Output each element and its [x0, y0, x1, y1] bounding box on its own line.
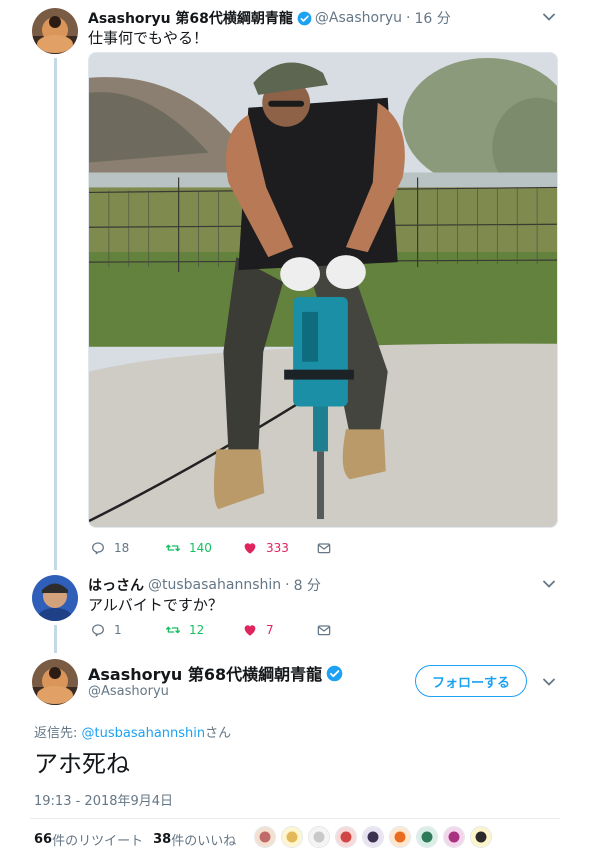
tweet-time[interactable]: 8 分 [294, 575, 321, 595]
tweet-text: 仕事何でもやる！ [88, 29, 209, 47]
liker-avatar[interactable] [416, 826, 438, 848]
retweets-number[interactable]: 66 [34, 832, 52, 847]
retweet-button[interactable]: 140 [165, 540, 242, 556]
dm-button[interactable] [316, 540, 340, 556]
tweet1-header: Asashoryu 第68代横綱朝青龍 @Asashoryu · 16 分 [88, 8, 451, 28]
avatar-asashoryu-image [32, 8, 78, 54]
tweet-photo[interactable] [88, 52, 558, 528]
divider [30, 818, 560, 819]
avatar[interactable] [32, 575, 78, 621]
reply-icon [92, 624, 104, 637]
liker-avatar[interactable] [389, 826, 411, 848]
dm-button[interactable] [316, 622, 340, 638]
likes-number[interactable]: 38 [153, 832, 171, 847]
like-count: 7 [266, 623, 274, 637]
liker-avatar[interactable] [362, 826, 384, 848]
tweet3-name: Asashoryu 第68代横綱朝青龍 [88, 661, 346, 685]
display-name[interactable]: はっさん [88, 575, 144, 595]
thread-line-top [54, 58, 57, 570]
tweet2-header: はっさん @tusbasahannshin · 8 分 [88, 575, 321, 595]
heart-icon [244, 625, 256, 636]
retweet-icon [166, 544, 180, 552]
liker-avatar[interactable] [470, 826, 492, 848]
liker-avatar[interactable] [443, 826, 465, 848]
retweet-count: 140 [189, 541, 212, 555]
retweet-count: 12 [189, 623, 205, 637]
heart-icon [244, 543, 256, 554]
avatar[interactable] [32, 8, 78, 54]
retweet-icon [166, 626, 180, 634]
chevron-down-icon[interactable] [541, 576, 557, 592]
tweet2-actions: 1 12 7 [90, 622, 340, 638]
reply-button[interactable]: 1 [90, 622, 165, 638]
photo-jackhammer-image [89, 53, 557, 527]
liker-avatar[interactable] [281, 826, 303, 848]
dm-icon [317, 543, 331, 554]
tweet3-handle-row: @Asashoryu [88, 684, 169, 699]
verified-icon [326, 665, 343, 681]
avatar[interactable] [32, 659, 78, 705]
tweet-timestamp[interactable]: 19:13 - 2018年9月4日 [34, 790, 173, 809]
reply-context: 返信先: @tusbasahannshinさん [34, 722, 231, 741]
verified-icon [297, 11, 312, 25]
liker-avatar[interactable] [335, 826, 357, 848]
liker-avatar[interactable] [254, 826, 276, 848]
avatar-asashoryu-image [32, 659, 78, 705]
like-count: 333 [266, 541, 289, 555]
retweets-label[interactable]: 件のリツイート [52, 830, 143, 849]
thread-line-bottom [54, 625, 57, 653]
chevron-down-icon[interactable] [541, 674, 557, 690]
reply-button[interactable]: 18 [90, 540, 165, 556]
tweet1-actions: 18 140 333 [90, 540, 340, 556]
handle[interactable]: @Asashoryu [315, 10, 402, 26]
engagement-stats: 66 件のリツイート 38 件のいいね [34, 830, 236, 849]
separator-dot: · [406, 10, 411, 26]
retweet-button[interactable]: 12 [165, 622, 242, 638]
display-name[interactable]: Asashoryu 第68代横綱朝青龍 [88, 661, 322, 685]
display-name[interactable]: Asashoryu 第68代横綱朝青龍 [88, 8, 293, 28]
tweet-text: アルバイトですか？ [88, 596, 223, 614]
handle[interactable]: @Asashoryu [88, 684, 169, 699]
dm-icon [317, 625, 331, 636]
liker-avatar[interactable] [308, 826, 330, 848]
handle[interactable]: @tusbasahannshin [148, 577, 281, 593]
like-button[interactable]: 7 [242, 622, 316, 638]
tweet-time[interactable]: 16 分 [414, 8, 450, 28]
chevron-down-icon[interactable] [541, 9, 557, 25]
tweet-text: アホ死ね [34, 750, 130, 778]
likes-label[interactable]: 件のいいね [171, 830, 236, 849]
reply-icon [92, 542, 104, 555]
liker-avatars [254, 826, 497, 848]
reply-count: 1 [114, 623, 122, 637]
separator-dot: · [285, 577, 290, 593]
avatar-hassan-image [32, 575, 78, 621]
reply-mention-link[interactable]: @tusbasahannshin [82, 726, 206, 741]
follow-button[interactable]: フォローする [415, 665, 527, 697]
reply-suffix: さん [205, 726, 232, 741]
like-button[interactable]: 333 [242, 540, 316, 556]
reply-count: 18 [114, 541, 130, 555]
reply-prefix: 返信先: [34, 726, 82, 741]
